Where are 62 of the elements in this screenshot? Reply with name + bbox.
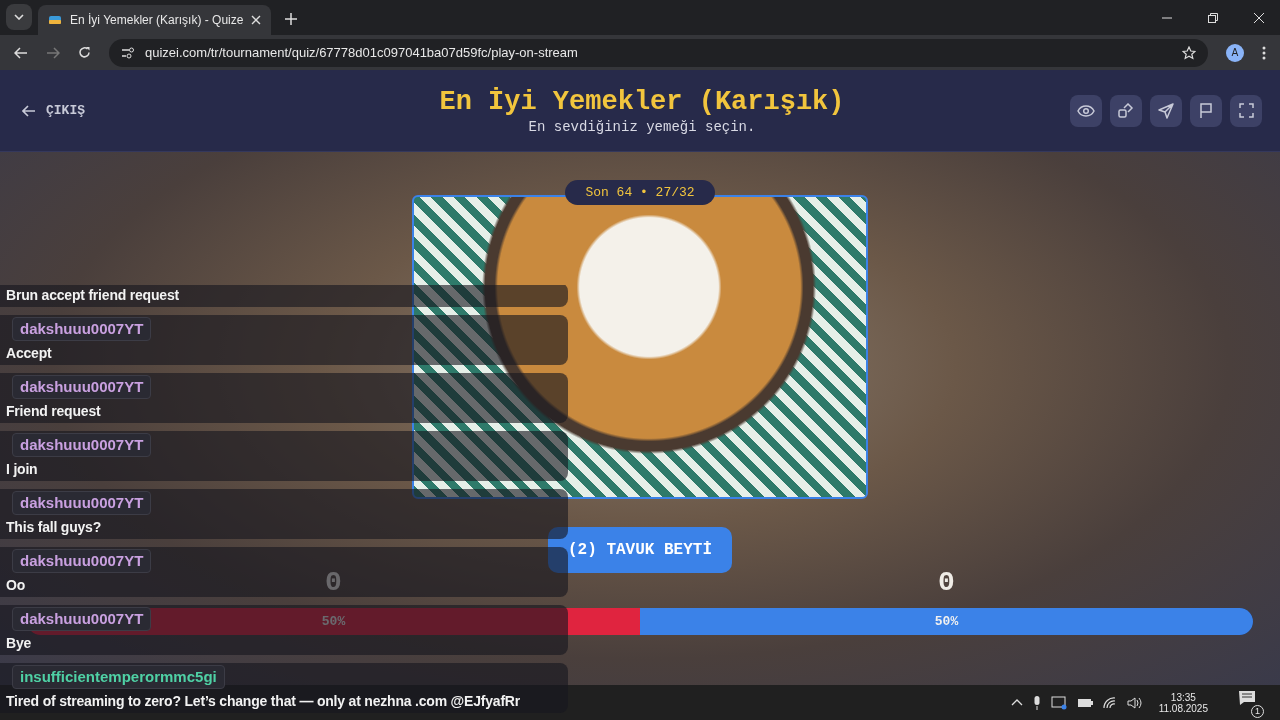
- back-arrow-icon[interactable]: [14, 46, 28, 59]
- microphone-icon[interactable]: [1032, 695, 1041, 710]
- star-icon[interactable]: [1182, 45, 1196, 60]
- chat-text: I join: [6, 460, 38, 479]
- vote-count: 0: [324, 567, 343, 598]
- chat-text: Brun accept friend request: [6, 286, 179, 305]
- tab-search-button[interactable]: [6, 4, 32, 30]
- eye-icon: [1077, 104, 1095, 117]
- chat-username: dakshuuu0007YT: [12, 491, 152, 515]
- battery-icon[interactable]: [1076, 697, 1093, 708]
- chevron-down-icon: [14, 14, 24, 20]
- chat-username: dakshuuu0007YT: [12, 375, 152, 399]
- round-badge: Son 64 • 27/32: [565, 180, 715, 205]
- restore-icon[interactable]: [1208, 13, 1218, 23]
- profile-avatar[interactable]: A: [1226, 43, 1244, 62]
- vote-count: 0: [937, 567, 956, 598]
- view-button[interactable]: [1070, 94, 1102, 127]
- address-field[interactable]: quizei.com/tr/tournament/quiz/67778d01c097041ba07d59fc/play-on-stream: [109, 38, 1208, 67]
- fullscreen-icon: [1238, 103, 1254, 118]
- browser-tab[interactable]: En İyi Yemekler (Karışık) - Quize: [38, 5, 272, 35]
- share-button[interactable]: [1110, 94, 1142, 127]
- notification-count: 1: [1251, 704, 1264, 718]
- quiz-subtitle: En sevdiğiniz yemeği seçin.: [527, 118, 757, 135]
- url-text: quizei.com/tr/tournament/quiz/67778d01c097041ba07d59fc/play-on-stream: [145, 45, 578, 60]
- chevron-up-icon[interactable]: [1010, 699, 1023, 706]
- favicon-icon: [48, 14, 62, 26]
- tab-title: En İyi Yemekler (Karışık) - Quize: [70, 13, 244, 27]
- speaker-icon[interactable]: [1126, 695, 1143, 710]
- chat-text: Friend request: [6, 402, 101, 421]
- fullscreen-button[interactable]: [1230, 94, 1262, 127]
- flag-icon: [1199, 102, 1213, 119]
- back-arrow-icon: [22, 104, 36, 117]
- quiz-title: En İyi Yemekler (Karışık): [439, 86, 845, 117]
- wifi-icon[interactable]: [1102, 696, 1117, 709]
- close-icon[interactable]: [1254, 13, 1264, 23]
- chat-username: insufficientemperormmc5gi: [12, 665, 225, 689]
- chat-username: dakshuuu0007YT: [12, 317, 152, 341]
- exit-link[interactable]: ÇIKIŞ: [22, 103, 440, 118]
- option-button[interactable]: (2) TAVUK BEYTİ: [548, 527, 732, 573]
- chat-username: dakshuuu0007YT: [12, 549, 152, 573]
- report-button[interactable]: [1190, 94, 1222, 127]
- chat-text: Accept: [6, 344, 52, 363]
- food-photo-placeholder[interactable]: [412, 195, 868, 499]
- reload-icon[interactable]: [78, 46, 91, 59]
- chat-username: dakshuuu0007YT: [12, 433, 152, 457]
- site-settings-icon[interactable]: [121, 46, 135, 59]
- close-icon[interactable]: [251, 15, 262, 25]
- clock[interactable]: 13:35 11.08.2025: [1158, 691, 1208, 714]
- send-icon: [1158, 102, 1174, 119]
- send-button[interactable]: [1150, 94, 1182, 127]
- chat-text: Bye: [6, 634, 32, 653]
- chat-text: Tired of streaming to zero? Let’s change that — only at nezhna .com @EJfyafRr: [6, 692, 520, 711]
- forward-arrow-icon[interactable]: [46, 46, 60, 59]
- chat-text: Oo: [6, 576, 26, 595]
- new-tab-icon[interactable]: [285, 13, 298, 25]
- notification-button[interactable]: 1: [1238, 687, 1264, 718]
- screen-icon[interactable]: [1050, 695, 1067, 710]
- vote-share-bar: 50%: [640, 608, 1253, 635]
- chat-text: This fall guys?: [6, 518, 101, 537]
- message-icon: [1238, 689, 1256, 706]
- chat-username: dakshuuu0007YT: [12, 607, 152, 631]
- more-icon[interactable]: [1262, 45, 1266, 60]
